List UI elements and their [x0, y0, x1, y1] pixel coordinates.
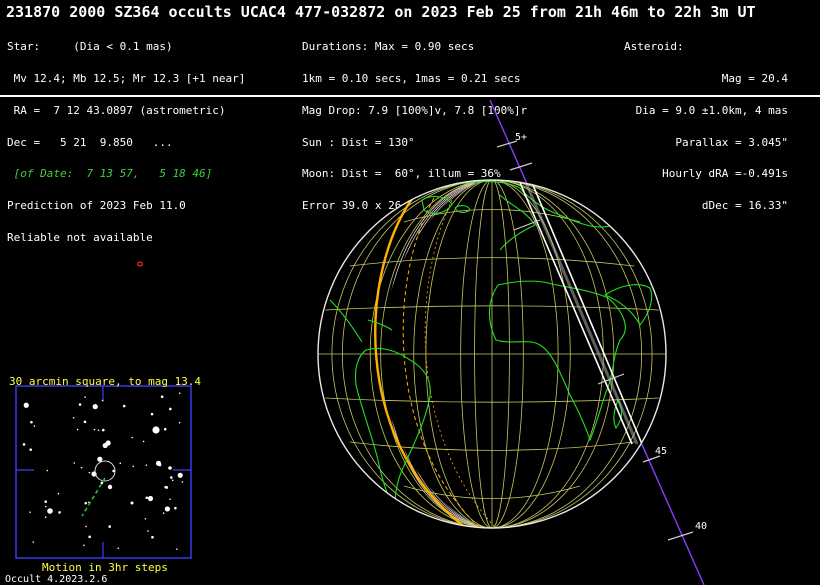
finder-star — [176, 548, 178, 550]
finder-star — [170, 476, 173, 479]
finder-star — [147, 495, 154, 502]
finder-star — [162, 512, 165, 514]
finder-star — [46, 469, 49, 472]
finder-star — [32, 541, 35, 543]
track-tick — [496, 140, 518, 148]
finder-star — [132, 465, 135, 468]
finder-star — [144, 517, 147, 520]
finder-caption: Motion in 3hr steps — [42, 561, 168, 574]
finder-star — [117, 547, 120, 550]
finder-star — [44, 516, 47, 518]
finder-star — [57, 492, 60, 495]
finder-star — [163, 427, 167, 431]
occultation-map: 5+ 45 40 — [15, 99, 707, 585]
finder-star — [30, 420, 33, 424]
finder-star — [151, 535, 154, 539]
finder-star — [108, 525, 111, 528]
finder-star — [155, 460, 162, 466]
finder-star — [44, 500, 48, 503]
path-label-top: 5+ — [515, 132, 527, 143]
finder-bright-star — [152, 426, 160, 434]
finder-chart — [15, 385, 192, 559]
path-label-middle: 45 — [655, 446, 667, 457]
finder-star — [76, 428, 79, 431]
finder-border — [15, 385, 192, 559]
finder-star — [97, 429, 100, 432]
finder-star — [88, 535, 91, 539]
finder-star — [150, 412, 154, 416]
finder-star — [84, 501, 88, 505]
finder-star — [122, 404, 126, 408]
finder-star — [97, 456, 103, 462]
finder-star — [101, 428, 105, 432]
finder-star — [23, 402, 29, 408]
finder-star — [169, 407, 172, 411]
finder-star — [181, 481, 184, 483]
finder-star — [29, 511, 31, 513]
path-label-bottom: 40 — [695, 521, 707, 532]
finder-star — [33, 425, 36, 427]
finder-star — [119, 462, 122, 465]
finder-star — [83, 420, 87, 424]
finder-star — [174, 506, 177, 510]
finder-star — [22, 443, 26, 446]
finder-star — [83, 544, 85, 547]
finder-star — [145, 496, 149, 500]
finder-star — [164, 506, 170, 512]
finder-star — [85, 525, 87, 528]
finder-star — [58, 511, 61, 514]
finder-bright-star — [130, 501, 134, 505]
finder-star — [171, 479, 174, 482]
finder-bright-star — [168, 466, 172, 470]
finder-star — [164, 485, 167, 489]
finder-star — [84, 396, 86, 398]
finder-star — [147, 530, 149, 532]
finder-bright-star — [47, 508, 53, 514]
finder-star — [178, 421, 181, 424]
finder-star — [142, 440, 145, 443]
finder-star — [72, 417, 75, 419]
finder-star — [177, 472, 183, 478]
version-label: Occult 4.2023.2.6 — [5, 574, 108, 585]
finder-star — [93, 428, 96, 431]
finder-star — [169, 498, 171, 501]
finder-star — [44, 505, 47, 508]
finder-star — [88, 471, 91, 474]
finder-star — [80, 466, 83, 469]
finder-star — [178, 392, 181, 394]
finder-star — [73, 462, 76, 464]
finder-star — [29, 448, 33, 451]
moon-marker — [136, 261, 144, 267]
finder-star — [92, 405, 95, 408]
finder-star — [131, 436, 134, 439]
finder-star — [78, 403, 82, 406]
finder-star — [101, 399, 104, 402]
finder-star — [160, 395, 164, 398]
finder-bright-star — [107, 484, 113, 490]
finder-star — [102, 442, 108, 449]
finder-star — [145, 464, 148, 466]
finder-title: 30 arcmin square, to mag 13.4 — [9, 375, 202, 388]
